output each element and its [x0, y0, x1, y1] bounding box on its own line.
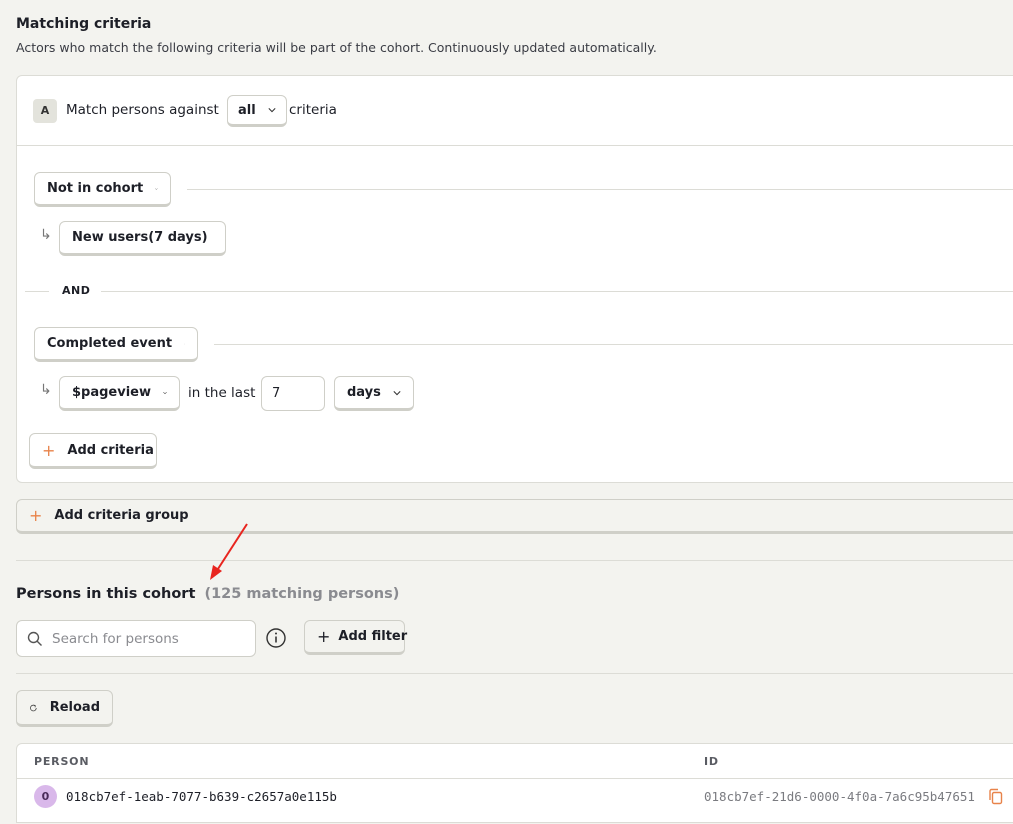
- persons-title-label: Persons in this cohort: [16, 586, 196, 602]
- add-criteria-label: Add criteria: [67, 442, 154, 458]
- search-persons-input[interactable]: Search for persons: [16, 620, 256, 657]
- chevron-down-icon: [393, 390, 401, 395]
- divider: [16, 673, 1013, 674]
- criteria-type-value-2: Completed event: [47, 336, 173, 351]
- divider: [101, 291, 1013, 292]
- match-type-value: all: [238, 102, 256, 118]
- persons-table: PERSON ID 0 018cb7ef-1eab-7077-b639-c265…: [16, 743, 1013, 823]
- column-header-person: PERSON: [34, 755, 90, 768]
- matching-criteria-title: Matching criteria: [16, 16, 152, 32]
- plus-icon: +: [317, 627, 331, 646]
- divider: [214, 344, 1013, 345]
- chevron-down-icon: [184, 343, 185, 344]
- search-icon: [27, 631, 42, 646]
- time-amount-input[interactable]: 7: [261, 376, 325, 411]
- annotation-arrow-icon: [210, 523, 248, 580]
- add-criteria-group-label: Add criteria group: [54, 508, 189, 523]
- cohort-value: New users(7 days): [72, 230, 208, 245]
- match-type-select[interactable]: all: [227, 95, 287, 127]
- add-criteria-group-button[interactable]: + Add criteria group: [16, 499, 1013, 534]
- match-suffix-label: criteria: [289, 102, 337, 118]
- sub-arrow-icon: ↳: [40, 382, 52, 398]
- plus-icon: +: [42, 440, 56, 460]
- in-the-last-label: in the last: [188, 385, 256, 401]
- match-prefix-label: Match persons against: [66, 102, 219, 118]
- search-placeholder: Search for persons: [52, 630, 179, 647]
- matching-criteria-description: Actors who match the following criteria …: [16, 40, 657, 55]
- plus-icon: +: [29, 506, 43, 525]
- divider: [187, 189, 1013, 190]
- divider: [16, 560, 1013, 561]
- persons-count: (125 matching persons): [204, 586, 400, 602]
- add-filter-label: Add filter: [338, 629, 408, 644]
- add-criteria-button[interactable]: + Add criteria: [29, 433, 157, 469]
- reload-label: Reload: [49, 700, 100, 715]
- group-badge: A: [33, 99, 57, 123]
- criteria-group-header: A Match persons against all criteria: [17, 76, 1013, 146]
- table-row[interactable]: 0 018cb7ef-1eab-7077-b639-c2657a0e115b 0…: [17, 779, 1013, 824]
- and-separator-label: AND: [62, 284, 91, 297]
- info-icon[interactable]: [265, 627, 287, 649]
- reload-button[interactable]: Reload: [16, 690, 113, 727]
- persons-section-title: Persons in this cohort (125 matching per…: [16, 586, 399, 602]
- event-select[interactable]: $pageview: [59, 376, 180, 411]
- add-filter-button[interactable]: + Add filter: [304, 620, 408, 655]
- cohort-select[interactable]: New users(7 days): [59, 221, 226, 256]
- time-unit-select[interactable]: days: [334, 376, 414, 411]
- chevron-down-icon: [155, 187, 158, 190]
- divider: [25, 291, 49, 292]
- avatar: 0: [34, 785, 57, 808]
- criteria-type-select-2[interactable]: Completed event: [34, 327, 198, 362]
- criteria-group-box: A Match persons against all criteria Not…: [16, 75, 1013, 483]
- chevron-down-icon: [163, 391, 167, 394]
- criteria-type-select-1[interactable]: Not in cohort: [34, 172, 171, 207]
- event-value: $pageview: [72, 385, 152, 400]
- time-unit-value: days: [347, 385, 381, 400]
- person-id: 018cb7ef-21d6-0000-4f0a-7a6c95b47651: [704, 789, 975, 804]
- chevron-down-icon: [268, 108, 276, 113]
- copy-icon[interactable]: [988, 788, 1004, 806]
- person-link[interactable]: 018cb7ef-1eab-7077-b639-c2657a0e115b: [66, 789, 337, 804]
- column-header-id: ID: [704, 755, 719, 768]
- sub-arrow-icon: ↳: [40, 227, 52, 243]
- criteria-type-value-1: Not in cohort: [47, 181, 144, 196]
- reload-icon: [30, 704, 37, 711]
